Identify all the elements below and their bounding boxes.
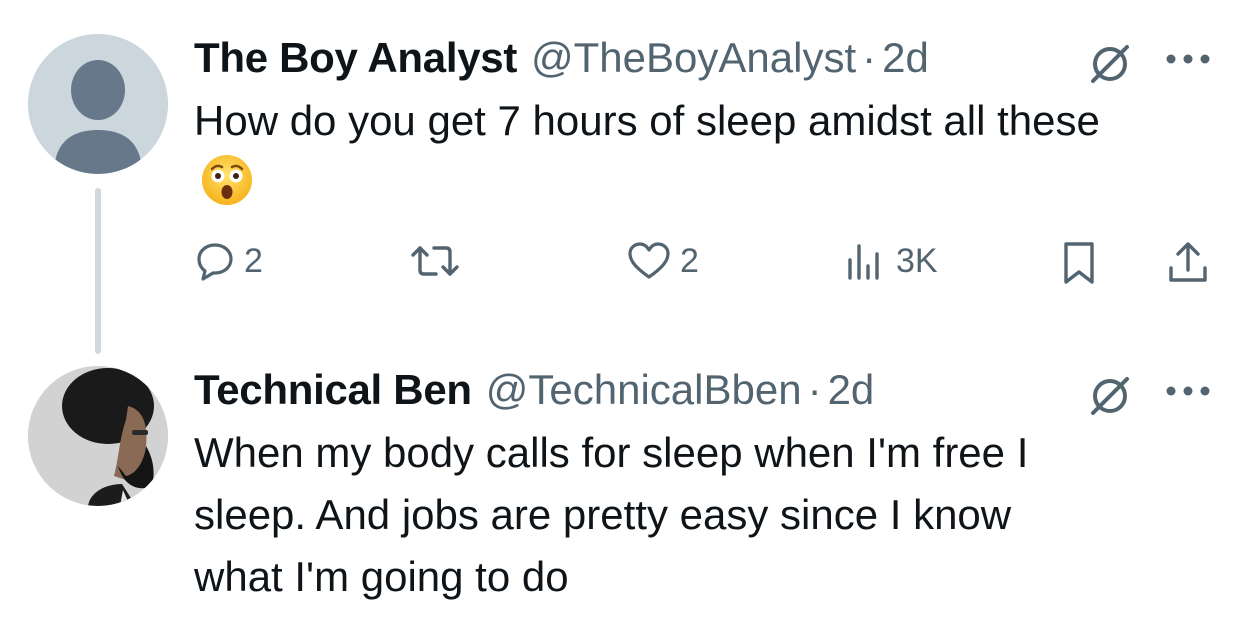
share-icon xyxy=(1169,242,1207,282)
thread-connector-line xyxy=(95,188,101,354)
tweet-text-content: How do you get 7 hours of sleep amidst a… xyxy=(194,97,1100,144)
grok-icon[interactable] xyxy=(1088,374,1132,418)
bookmark-button[interactable] xyxy=(1060,240,1098,286)
tweet-timestamp[interactable]: 2d xyxy=(882,34,929,82)
grok-icon[interactable] xyxy=(1088,42,1132,86)
like-count: 2 xyxy=(680,241,699,280)
tweet-text-line: what I'm going to do xyxy=(194,553,569,600)
reply-button[interactable]: 2 xyxy=(194,240,263,282)
tweet-text: How do you get 7 hours of sleep amidst a… xyxy=(194,90,1114,214)
views-button[interactable]: 3K xyxy=(844,240,938,282)
tweet-text-line: sleep. And jobs are pretty easy since I … xyxy=(194,491,1012,538)
default-avatar[interactable] xyxy=(28,34,168,174)
comment-bubble-icon xyxy=(197,243,233,281)
author-name[interactable]: The Boy Analyst xyxy=(194,34,517,82)
separator-dot: · xyxy=(807,366,822,413)
more-dots-icon[interactable] xyxy=(1164,384,1212,396)
view-count: 3K xyxy=(896,241,938,280)
user-avatar[interactable] xyxy=(28,366,168,506)
tweet-header: Technical Ben @TechnicalBben · 2d xyxy=(194,366,874,414)
retweet-button[interactable] xyxy=(408,240,462,282)
heart-icon xyxy=(628,242,670,279)
more-dots-icon[interactable] xyxy=(1164,52,1212,64)
tweet-actions: 2 2 3K xyxy=(194,240,1214,290)
author-handle[interactable]: @TheBoyAnalyst xyxy=(531,34,856,82)
bookmark-icon xyxy=(1064,242,1094,284)
separator-dot: · xyxy=(862,34,877,81)
astonished-face-emoji-icon xyxy=(200,153,254,207)
reply-count: 2 xyxy=(244,241,263,280)
tweet-1[interactable]: The Boy Analyst @TheBoyAnalyst · 2d How … xyxy=(0,0,1242,354)
tweet-timestamp[interactable]: 2d xyxy=(828,366,875,414)
tweet-text-line: When my body calls for sleep when I'm fr… xyxy=(194,429,1029,476)
tweet-2[interactable]: Technical Ben @TechnicalBben · 2d When m… xyxy=(0,350,1242,617)
bar-chart-icon xyxy=(848,244,879,280)
share-button[interactable] xyxy=(1166,240,1210,286)
tweet-header: The Boy Analyst @TheBoyAnalyst · 2d xyxy=(194,34,929,82)
retweet-icon xyxy=(411,246,459,276)
tweet-text: When my body calls for sleep when I'm fr… xyxy=(194,422,1204,608)
author-handle[interactable]: @TechnicalBben xyxy=(486,366,802,414)
like-button[interactable]: 2 xyxy=(626,240,699,282)
author-name[interactable]: Technical Ben xyxy=(194,366,472,414)
